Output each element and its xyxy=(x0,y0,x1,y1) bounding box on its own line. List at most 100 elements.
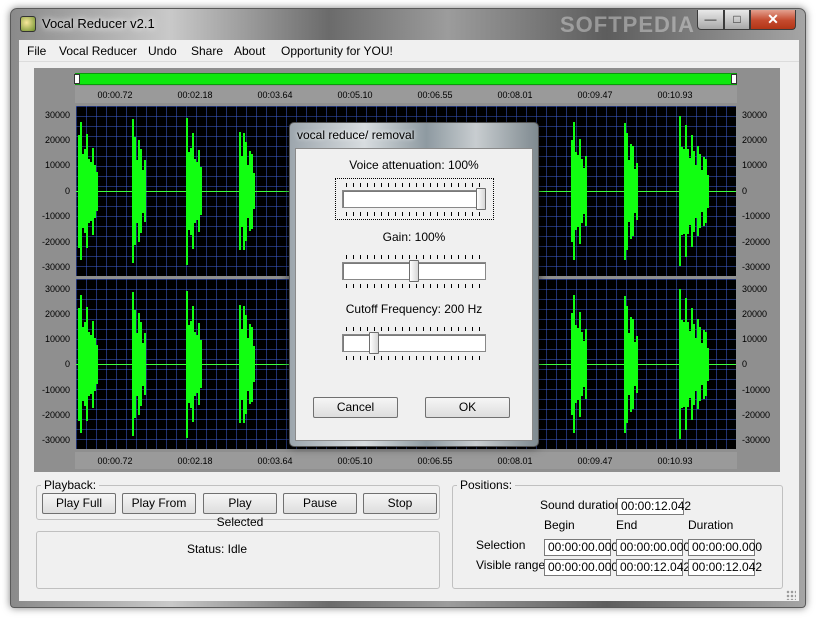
amplitude-label: -30000 xyxy=(742,435,771,445)
waveform-burst xyxy=(636,335,638,393)
visible-duration-field[interactable]: 00:00:12.042 xyxy=(688,559,762,576)
cutoff-frequency-thumb[interactable] xyxy=(368,332,379,354)
amplitude-label: -20000 xyxy=(41,237,70,247)
slider-ticks xyxy=(346,356,486,360)
close-button[interactable]: ✕ xyxy=(750,10,796,30)
column-header-duration: Duration xyxy=(688,518,734,532)
amplitude-label: 30000 xyxy=(742,110,768,120)
waveform-burst xyxy=(144,160,146,222)
cancel-button[interactable]: Cancel xyxy=(313,397,398,418)
waveform-burst xyxy=(253,346,255,382)
time-tick: 00:06.55 xyxy=(417,456,453,466)
waveform-burst xyxy=(585,156,587,226)
minimize-button[interactable]: — xyxy=(697,10,724,30)
range-start-handle[interactable] xyxy=(74,74,80,84)
cutoff-frequency-slider[interactable] xyxy=(342,334,486,352)
resize-grip[interactable] xyxy=(786,590,796,600)
waveform-burst xyxy=(636,162,638,220)
pause-button[interactable]: Pause xyxy=(283,493,357,514)
menu-undo[interactable]: Undo xyxy=(148,44,177,58)
time-tick: 00:03.64 xyxy=(257,456,293,466)
slider-ticks xyxy=(346,255,486,259)
amplitude-label: 10000 xyxy=(742,334,768,344)
selection-begin-field[interactable]: 00:00:00.000 xyxy=(544,539,618,556)
amplitude-label: -10000 xyxy=(742,211,771,221)
menu-vocal-reducer[interactable]: Vocal Reducer xyxy=(59,44,137,58)
voice-attenuation-thumb[interactable] xyxy=(476,188,486,210)
cutoff-frequency-label: Cutoff Frequency: 200 Hz xyxy=(345,302,483,316)
menu-file[interactable]: File xyxy=(27,44,46,58)
playback-caption: Playback: xyxy=(41,478,100,492)
app-icon[interactable] xyxy=(20,16,36,32)
waveform-burst xyxy=(96,344,98,384)
slider-ticks xyxy=(346,212,486,216)
time-tick: 00:02.18 xyxy=(177,90,213,100)
voice-attenuation-label: Voice attenuation: 100% xyxy=(349,158,479,172)
play-selected-button[interactable]: Play Selected xyxy=(203,493,277,529)
amplitude-label: 0 xyxy=(64,186,70,196)
amplitude-label: 0 xyxy=(64,359,70,369)
time-tick: 00:02.18 xyxy=(177,456,213,466)
amplitude-label: -20000 xyxy=(41,410,70,420)
selection-duration-field[interactable]: 00:00:00.000 xyxy=(688,539,762,556)
play-full-button[interactable]: Play Full xyxy=(42,493,116,514)
amplitude-label: -30000 xyxy=(41,262,70,272)
waveform-burst xyxy=(96,171,98,211)
stop-button[interactable]: Stop xyxy=(363,493,437,514)
amplitude-label: -20000 xyxy=(742,237,771,247)
column-header-end: End xyxy=(616,518,638,532)
ok-button[interactable]: OK xyxy=(425,397,510,418)
amplitude-label: 0 xyxy=(742,186,748,196)
waveform-burst xyxy=(707,347,709,381)
amplitude-label: 20000 xyxy=(44,309,70,319)
gain-label: Gain: 100% xyxy=(382,230,446,244)
status-group xyxy=(36,531,440,589)
menu-about[interactable]: About xyxy=(234,44,265,58)
range-end-handle[interactable] xyxy=(731,74,737,84)
waveform-burst xyxy=(200,340,202,388)
amplitude-label: -20000 xyxy=(742,410,771,420)
amplitude-label: 20000 xyxy=(742,309,768,319)
time-tick: 00:06.55 xyxy=(417,90,453,100)
waveform-burst xyxy=(253,173,255,209)
amplitude-label: -30000 xyxy=(41,435,70,445)
amplitude-label: -10000 xyxy=(41,385,70,395)
selection-label: Selection xyxy=(476,538,526,552)
time-tick: 00:08.01 xyxy=(497,90,533,100)
time-tick: 00:10.93 xyxy=(657,90,693,100)
waveform-burst xyxy=(707,174,709,208)
amplitude-label: -30000 xyxy=(742,262,771,272)
time-tick: 00:05.10 xyxy=(337,456,373,466)
time-tick: 00:03.64 xyxy=(257,90,293,100)
time-tick: 00:00.72 xyxy=(97,90,133,100)
status-text: Status: Idle xyxy=(186,542,248,556)
time-tick: 00:00.72 xyxy=(97,456,133,466)
visible-range-bar[interactable] xyxy=(75,73,737,85)
window-title: Vocal Reducer v2.1 xyxy=(42,16,155,31)
play-from-button[interactable]: Play From xyxy=(122,493,196,514)
voice-attenuation-slider[interactable] xyxy=(342,190,486,208)
menu-opportunity[interactable]: Opportunity for YOU! xyxy=(281,44,393,58)
amplitude-label: 20000 xyxy=(742,135,768,145)
selection-end-field[interactable]: 00:00:00.000 xyxy=(616,539,690,556)
time-tick: 00:09.47 xyxy=(577,456,613,466)
amplitude-label: 10000 xyxy=(44,160,70,170)
amplitude-label: -10000 xyxy=(41,211,70,221)
time-tick: 00:10.93 xyxy=(657,456,693,466)
menu-share[interactable]: Share xyxy=(191,44,223,58)
amplitude-label: 20000 xyxy=(44,135,70,145)
time-tick: 00:08.01 xyxy=(497,456,533,466)
waveform-burst xyxy=(200,167,202,215)
slider-ticks xyxy=(346,284,486,288)
maximize-button[interactable]: □ xyxy=(724,10,750,30)
dialog-title: vocal reduce/ removal xyxy=(297,128,415,142)
visible-end-field[interactable]: 00:00:12.042 xyxy=(616,559,690,576)
positions-caption: Positions: xyxy=(457,478,516,492)
gain-thumb[interactable] xyxy=(409,260,419,282)
watermark: SOFTPEDIA xyxy=(560,12,695,37)
amplitude-label: 10000 xyxy=(742,160,768,170)
slider-ticks xyxy=(346,183,486,187)
visible-begin-field[interactable]: 00:00:00.000 xyxy=(544,559,618,576)
amplitude-label: 30000 xyxy=(44,284,70,294)
sound-duration-field: 00:00:12.042 xyxy=(617,498,691,515)
